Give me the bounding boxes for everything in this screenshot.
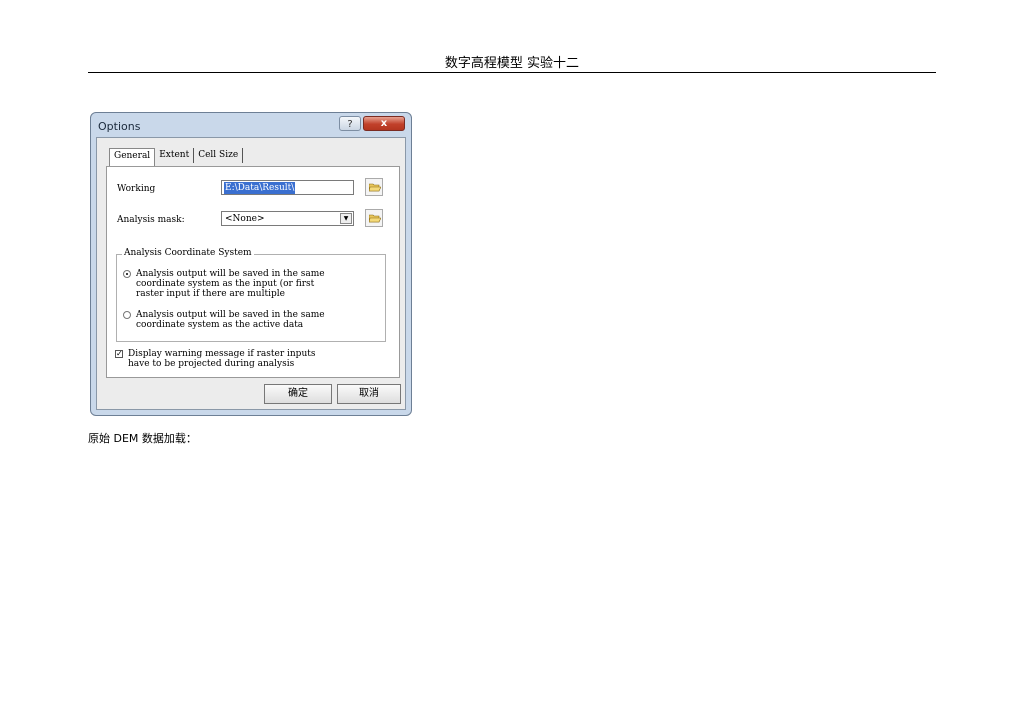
radio-input-coordinates[interactable] xyxy=(123,270,131,278)
coordinate-system-label: Analysis Coordinate System xyxy=(122,248,254,258)
radio-input-text: Analysis output will be saved in the sam… xyxy=(136,269,325,299)
dialog-title: Options xyxy=(98,120,141,133)
radio-active-text: Analysis output will be saved in the sam… xyxy=(136,310,325,330)
analysis-mask-select[interactable]: <None> ▼ xyxy=(221,211,354,226)
help-button[interactable]: ? xyxy=(339,116,361,131)
radio-option-input[interactable]: Analysis output will be saved in the sam… xyxy=(123,269,376,299)
cancel-button[interactable]: 取消 xyxy=(337,384,401,404)
radio-active-data[interactable] xyxy=(123,311,131,319)
options-dialog: Options ? x General Extent Cell Size Wor… xyxy=(90,112,412,416)
ok-button[interactable]: 确定 xyxy=(264,384,332,404)
tab-extent[interactable]: Extent xyxy=(155,148,195,163)
warning-checkbox[interactable]: ✓ xyxy=(115,350,123,358)
chevron-down-icon[interactable]: ▼ xyxy=(340,213,352,224)
caption-text: 原始 DEM 数据加载： xyxy=(88,432,197,445)
close-button[interactable]: x xyxy=(363,116,405,131)
analysis-mask-value: <None> xyxy=(225,214,265,224)
tab-cell-size[interactable]: Cell Size xyxy=(194,148,244,163)
working-browse-button[interactable] xyxy=(365,178,383,196)
dialog-titlebar[interactable]: Options ? x xyxy=(91,113,411,139)
page-header: 数字高程模型 实验十二 xyxy=(444,56,580,71)
header-rule xyxy=(88,72,936,73)
radio-option-active[interactable]: Analysis output will be saved in the sam… xyxy=(123,310,376,330)
mask-browse-button[interactable] xyxy=(365,209,383,227)
coordinate-system-group: Analysis Coordinate System Analysis outp… xyxy=(116,248,386,342)
tab-general[interactable]: General xyxy=(109,148,156,166)
analysis-mask-label: Analysis mask: xyxy=(117,215,185,225)
folder-open-icon xyxy=(369,214,381,223)
working-value: E:\Data\Result\ xyxy=(224,182,296,194)
working-input[interactable]: E:\Data\Result\ xyxy=(221,180,354,195)
dialog-client: General Extent Cell Size Working E:\Data… xyxy=(96,137,406,410)
warning-checkbox-row[interactable]: ✓ Display warning message if raster inpu… xyxy=(115,349,315,369)
working-label: Working xyxy=(117,184,156,194)
folder-open-icon xyxy=(369,183,381,192)
general-panel: Working E:\Data\Result\ Analysis mask: <… xyxy=(106,166,400,378)
warning-checkbox-label: Display warning message if raster inputs… xyxy=(128,349,316,369)
tab-strip: General Extent Cell Size xyxy=(109,148,244,166)
